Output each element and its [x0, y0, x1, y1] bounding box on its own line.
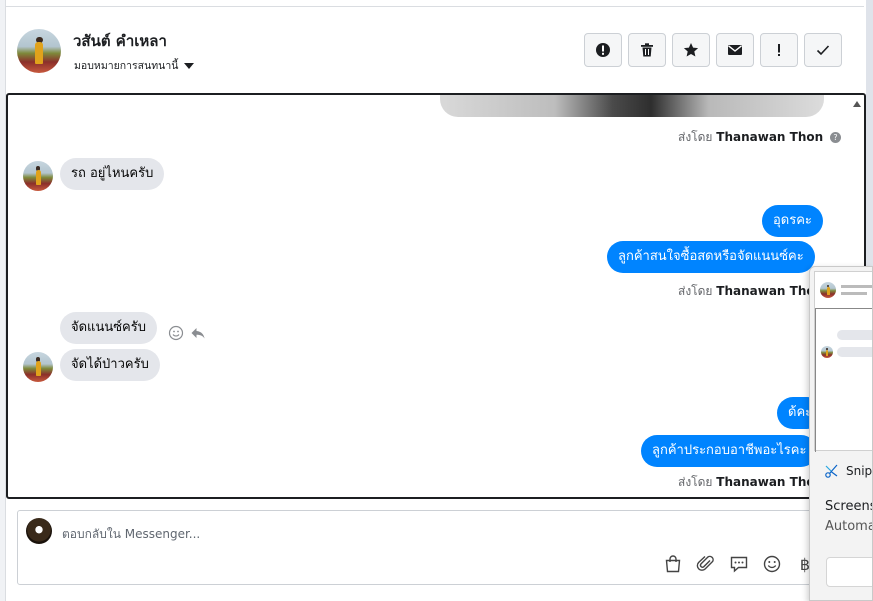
contact-avatar[interactable]: [17, 29, 61, 73]
shopping-bag-icon[interactable]: [663, 554, 683, 574]
star-button[interactable]: [672, 33, 710, 67]
delete-button[interactable]: [628, 33, 666, 67]
scroll-up-arrow-icon[interactable]: [853, 101, 861, 107]
conversation-actions: [584, 33, 842, 67]
reply-composer: ตอบกลับใน Messenger... ฿: [17, 510, 847, 585]
snip-title: Screens: [825, 499, 873, 514]
smiley-icon[interactable]: [168, 325, 184, 341]
paperclip-icon[interactable]: [696, 554, 716, 574]
assign-label: มอบหมายการสนทนานี้: [74, 60, 179, 72]
outgoing-message[interactable]: อุดรคะ: [762, 205, 823, 237]
assign-conversation-dropdown[interactable]: มอบหมายการสนทนานี้: [74, 57, 195, 74]
reply-input[interactable]: ตอบกลับใน Messenger...: [62, 525, 200, 544]
smiley-icon[interactable]: [762, 554, 782, 574]
photo-attachment[interactable]: [440, 95, 824, 117]
exclamation-icon: [778, 44, 780, 56]
incoming-message[interactable]: รถ อยู่ไหนครับ: [60, 158, 165, 190]
composer-tools: ฿: [663, 554, 815, 574]
help-icon[interactable]: ?: [830, 132, 841, 143]
messenger-inbox: วสันต์ คำเหลา มอบหมายการสนทนานี้ ส่งโดย …: [0, 0, 866, 601]
snip-app-name: Snip: [846, 464, 873, 478]
envelope-icon: [728, 45, 742, 55]
reply-icon[interactable]: [190, 325, 206, 341]
page-avatar: [26, 518, 52, 544]
caret-down-icon: [184, 62, 195, 69]
done-button[interactable]: [804, 33, 842, 67]
outgoing-message[interactable]: ลูกค้าประกอบอาชีพอะไรคะ: [641, 435, 818, 467]
trash-icon: [641, 43, 653, 57]
sent-by-label: ส่งโดย Thanawan Thon: [678, 284, 824, 298]
exclamation-circle-icon: [596, 43, 610, 57]
star-icon: [683, 43, 699, 57]
mark-unread-button[interactable]: [716, 33, 754, 67]
spam-button[interactable]: [584, 33, 622, 67]
chat-bubble-icon[interactable]: [729, 554, 749, 574]
incoming-message[interactable]: จัดได้ป่าวครับ: [60, 349, 160, 381]
sent-by-label: ส่งโดย Thanawan Thon ?: [678, 128, 841, 147]
check-icon: [816, 45, 830, 56]
sent-by-label: ส่งโดย Thanawan Thon: [678, 475, 824, 489]
snip-body: Automa: [825, 519, 873, 534]
follow-up-button[interactable]: [760, 33, 798, 67]
incoming-message[interactable]: จัดแนนซ์ครับ: [60, 312, 157, 344]
snip-app-header: Snip: [824, 463, 872, 479]
contact-avatar-small: [23, 161, 53, 191]
screenshot-thumbnail[interactable]: [814, 271, 872, 452]
scissors-icon: [825, 464, 838, 478]
message-hover-actions: [168, 325, 206, 341]
conversation-header: วสันต์ คำเหลา มอบหมายการสนทนานี้: [6, 6, 864, 90]
contact-name[interactable]: วสันต์ คำเหลา: [73, 29, 167, 53]
snip-action-button[interactable]: [826, 557, 872, 587]
outgoing-message[interactable]: ลูกค้าสนใจซื้อสดหรือจัดแนนซ์คะ: [607, 241, 815, 273]
contact-avatar-small: [23, 352, 53, 382]
snip-notification[interactable]: Snip Screens Automa: [809, 266, 873, 601]
message-thread[interactable]: ส่งโดย Thanawan Thon ? รถ อยู่ไหนครับ อุ…: [6, 93, 866, 499]
